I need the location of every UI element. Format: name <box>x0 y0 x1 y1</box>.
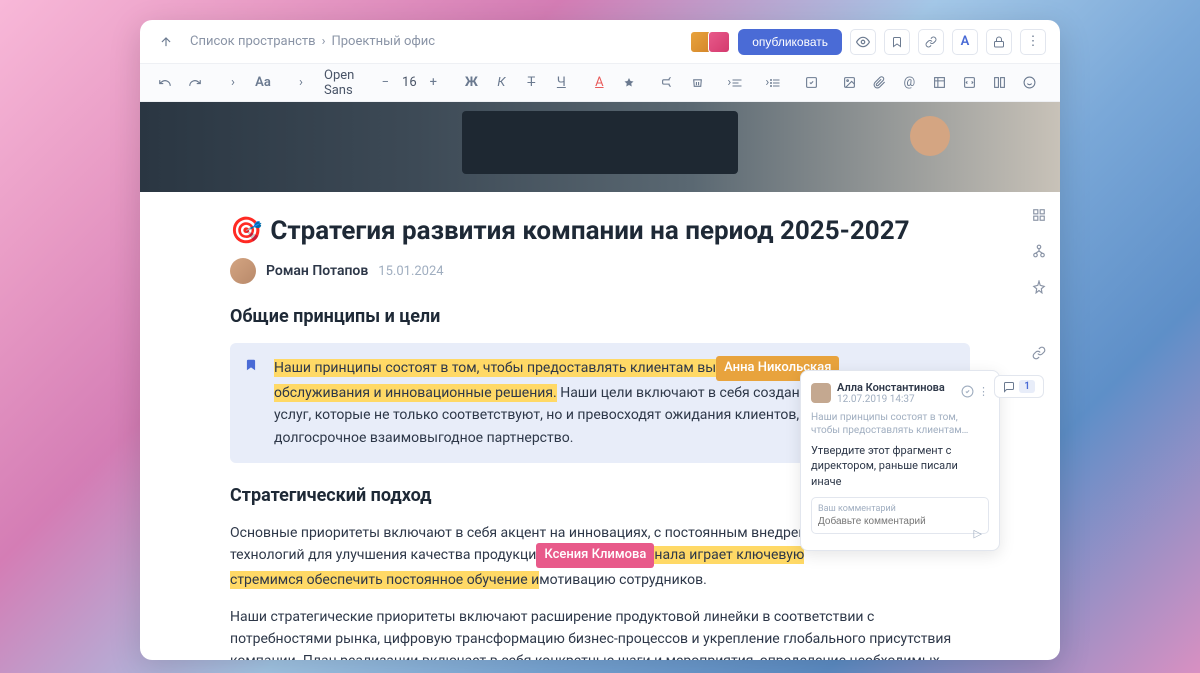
side-rail <box>1026 202 1052 366</box>
comment-author[interactable]: Алла Константинова <box>837 381 945 394</box>
comment-quote: Наши принципы состоят в том, чтобы предо… <box>811 411 989 437</box>
rail-layout-icon[interactable] <box>1026 202 1052 228</box>
author-row: Роман Потапов 15.01.2024 <box>230 258 970 284</box>
avatar <box>708 31 730 53</box>
collaborator-avatars[interactable] <box>694 31 730 53</box>
topbar-right: опубликовать A ⋮ <box>694 29 1046 55</box>
comment-input-box: Ваш комментарий ▷ <box>811 497 989 534</box>
comment-counter[interactable]: 1 <box>994 375 1044 398</box>
breadcrumb-current[interactable]: Проектный офис <box>331 34 435 49</box>
app-window: Список пространств › Проектный офис опуб… <box>140 20 1060 660</box>
paragraph[interactable]: Наши стратегические приоритеты включают … <box>230 606 970 660</box>
comment-avatar[interactable] <box>811 383 831 403</box>
strikethrough-button[interactable]: Т <box>520 71 542 95</box>
body-text: Наши цели включают в себя создание <box>557 385 815 401</box>
mention-button[interactable]: @ <box>898 71 920 95</box>
bold-button[interactable]: Ж <box>460 71 482 95</box>
highlighted-text: обслуживания и инновационные решения. <box>274 384 557 402</box>
size-decrease-button[interactable]: − <box>374 71 396 95</box>
body-text: технологий для улучшения качества продук… <box>230 547 536 563</box>
resolve-icon[interactable] <box>961 385 974 401</box>
body-text: услуг, которые не только соответствуют, … <box>274 407 818 423</box>
comment-meta: Алла Константинова 12.07.2019 14:37 <box>837 381 945 405</box>
body-text: долгосрочное взаимовыгодное партнерство. <box>274 430 573 446</box>
text-style-button[interactable]: Aа <box>252 71 274 95</box>
more-button[interactable]: ⋮ <box>1020 29 1046 55</box>
font-size-value: 16 <box>400 75 418 90</box>
author-avatar[interactable] <box>230 258 256 284</box>
rail-structure-icon[interactable] <box>1026 238 1052 264</box>
comment-input-label: Ваш комментарий <box>818 504 982 514</box>
title-text: Стратегия развития компании на период 20… <box>270 216 909 246</box>
highlight-button[interactable] <box>618 71 640 95</box>
comment-count: 1 <box>1019 380 1035 393</box>
more-icon[interactable]: ⋮ <box>978 385 989 401</box>
size-increase-button[interactable]: + <box>422 71 444 95</box>
table-button[interactable] <box>928 71 950 95</box>
highlighted-text: нала играет ключевую <box>654 546 804 564</box>
comment-actions: ⋮ <box>961 385 989 401</box>
highlighted-text: стремимся обеспечить постоянное обучение… <box>230 571 539 589</box>
bookmark-icon <box>244 357 258 376</box>
font-size-group: − 16 + <box>374 71 444 95</box>
lock-button[interactable] <box>986 29 1012 55</box>
code-button[interactable] <box>958 71 980 95</box>
title-emoji: 🎯 <box>230 216 262 246</box>
checklist-button[interactable] <box>800 71 822 95</box>
toolbar: › Aа › Open Sans − 16 + Ж К Т Ч A › › @ <box>140 64 1060 102</box>
undo-button[interactable] <box>154 71 176 95</box>
rail-pin-icon[interactable] <box>1026 274 1052 300</box>
bookmark-button[interactable] <box>884 29 910 55</box>
chevron-down-icon[interactable]: › <box>222 71 244 95</box>
highlighted-text: Наши принципы состоят в том, чтобы предо… <box>274 359 716 377</box>
list-button[interactable]: › <box>762 71 784 95</box>
comment-text: Утвердите этот фрагмент с директором, ра… <box>811 443 989 489</box>
comment-input[interactable] <box>818 516 982 527</box>
chevron-down-icon[interactable]: › <box>290 71 312 95</box>
comment-header: Алла Константинова 12.07.2019 14:37 ⋮ <box>811 381 989 405</box>
topbar: Список пространств › Проектный офис опуб… <box>140 20 1060 64</box>
clear-format-button[interactable] <box>686 71 708 95</box>
body-text: Основные приоритеты включают в себя акце… <box>230 525 806 541</box>
ai-button[interactable]: AI <box>1056 71 1060 95</box>
comment-card: Алла Константинова 12.07.2019 14:37 ⋮ На… <box>800 370 1000 551</box>
emoji-button[interactable] <box>1018 71 1040 95</box>
font-select[interactable]: Open Sans <box>320 66 358 100</box>
document-date: 15.01.2024 <box>378 264 443 279</box>
link-button[interactable] <box>918 29 944 55</box>
author-name[interactable]: Роман Потапов <box>266 263 368 279</box>
document-title[interactable]: 🎯 Стратегия развития компании на период … <box>230 216 970 246</box>
underline-button[interactable]: Ч <box>550 71 572 95</box>
cover-image[interactable] <box>140 102 1060 192</box>
section-title[interactable]: Общие принципы и цели <box>230 306 970 327</box>
align-button[interactable]: › <box>724 71 746 95</box>
nav-up-button[interactable] <box>154 30 178 54</box>
image-button[interactable] <box>838 71 860 95</box>
user-tag-ksenia[interactable]: Ксения Климова <box>536 543 654 568</box>
layout-button[interactable] <box>988 71 1010 95</box>
format-paint-button[interactable] <box>656 71 678 95</box>
body-text: мотивацию сотрудников. <box>539 572 707 588</box>
redo-button[interactable] <box>184 71 206 95</box>
publish-button[interactable]: опубликовать <box>738 29 842 55</box>
typography-button[interactable]: A <box>952 29 978 55</box>
breadcrumb-spaces[interactable]: Список пространств <box>190 34 316 49</box>
comment-icon <box>1003 381 1015 393</box>
visibility-button[interactable] <box>850 29 876 55</box>
attachment-button[interactable] <box>868 71 890 95</box>
comment-send-button[interactable]: ▷ <box>974 527 982 540</box>
breadcrumb-sep: › <box>322 34 326 49</box>
breadcrumb: Список пространств › Проектный офис <box>190 34 435 49</box>
rail-link-icon[interactable] <box>1026 340 1052 366</box>
italic-button[interactable]: К <box>490 71 512 95</box>
text-color-button[interactable]: A <box>588 71 610 95</box>
comment-date: 12.07.2019 14:37 <box>837 394 945 405</box>
